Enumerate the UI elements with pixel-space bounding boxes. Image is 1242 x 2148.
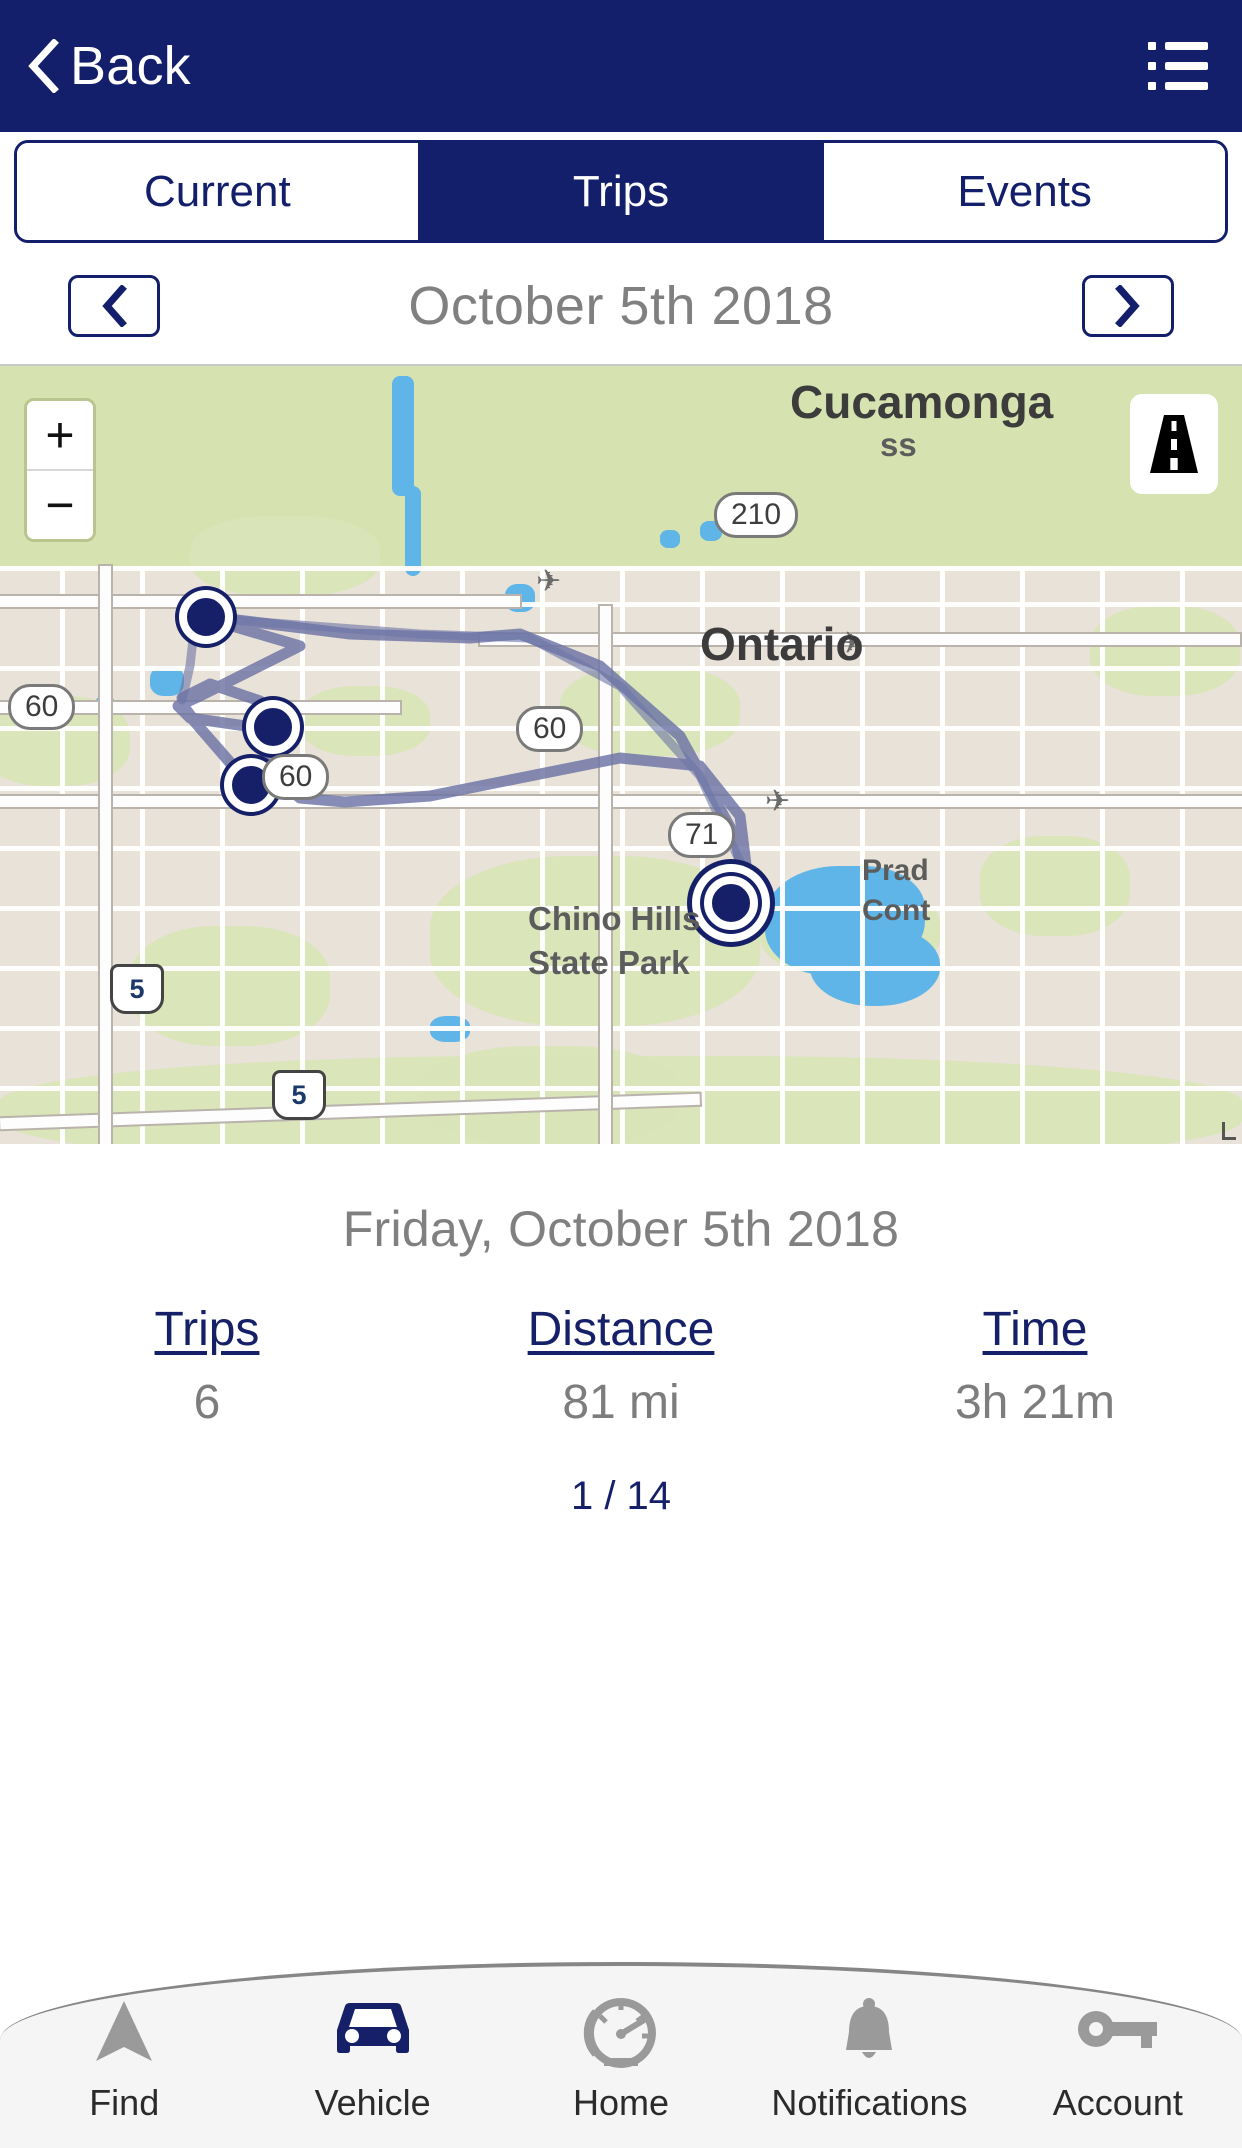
navigation-arrow-icon [92,1996,156,2068]
stat-time-value: 3h 21m [954,1376,1116,1429]
segmented-control: Current Trips Events [14,140,1228,243]
chevron-left-icon [26,39,60,93]
tab-find-label: Find [89,2082,160,2123]
highway-shield-60-west: 60 [8,684,76,730]
map-scale-indicator [1222,1122,1236,1140]
airport-icon: ✈ [536,565,562,598]
day-summary: Friday, October 5th 2018 Trips 6 Distanc… [0,1152,1242,1519]
stat-distance: Distance 81 mi [414,1302,828,1430]
chevron-right-icon [1115,285,1140,327]
tab-trips[interactable]: Trips [420,143,825,240]
map-label-chino-hills: Chino Hills [528,900,701,937]
stat-trips: Trips 6 [0,1302,414,1430]
back-label: Back [70,36,191,96]
map-label-cucamonga-sub: ss [880,426,917,463]
trip-map[interactable]: ✈ ✈ ✈ 210 60 60 60 71 5 5 Cucamonga ss O… [0,364,1242,1144]
date-navigation: October 5th 2018 [0,250,1242,362]
tab-find[interactable]: Find [0,1996,248,2124]
car-icon [327,1996,419,2068]
list-menu-icon[interactable] [1148,42,1208,90]
key-icon [1075,1996,1161,2068]
tab-events[interactable]: Events [824,143,1225,240]
zoom-in-button[interactable]: + [27,401,93,469]
map-layer-button[interactable] [1130,394,1218,494]
trip-stop-marker-2[interactable] [246,700,300,754]
selected-date: October 5th 2018 [408,276,834,336]
tab-notifications[interactable]: Notifications [745,1996,993,2124]
tab-notifications-label: Notifications [771,2082,968,2123]
map-label-prado-sub: Cont [862,894,931,927]
tab-account[interactable]: Account [994,1996,1242,2124]
airport-icon: ✈ [765,785,791,818]
previous-day-button[interactable] [68,275,160,337]
stat-distance-label[interactable]: Distance [414,1302,828,1357]
next-day-button[interactable] [1081,275,1174,337]
interstate-shield-5-north: 5 [110,964,164,1014]
back-button[interactable]: Back [26,35,191,97]
bell-icon [834,1996,904,2068]
map-terrain-green [0,366,1242,571]
map-zoom-controls: + − [24,398,96,542]
stat-distance-value: 81 mi [562,1376,680,1429]
interstate-shield-5-south: 5 [272,1070,326,1120]
trip-stop-marker-1[interactable] [179,590,233,644]
highway-shield-60-mid: 60 [516,706,584,752]
stat-trips-label[interactable]: Trips [0,1302,414,1357]
stat-time-label[interactable]: Time [828,1302,1242,1357]
tab-vehicle[interactable]: Vehicle [248,1996,496,2124]
tab-account-label: Account [1052,2082,1183,2123]
stat-time: Time 3h 21m [828,1302,1242,1430]
map-label-ontario: Ontario [700,618,864,670]
bottom-tabbar: Find Vehicle Home Notifications Account [0,1962,1242,2148]
page-indicator: 1 / 14 [570,1474,672,1518]
tab-home[interactable]: Home [497,1996,745,2124]
map-label-prado: Prad [862,854,929,887]
trips-screen: Back Current Trips Events October 5th 20… [0,0,1242,2148]
trip-end-marker[interactable] [704,876,758,930]
top-navbar: Back [0,0,1242,132]
tab-vehicle-label: Vehicle [314,2082,431,2123]
summary-date: Friday, October 5th 2018 [342,1201,900,1257]
stat-trips-value: 6 [193,1376,221,1429]
tab-home-label: Home [573,2082,670,2123]
map-label-cucamonga: Cucamonga [790,376,1054,428]
zoom-out-button[interactable]: − [27,469,93,539]
highway-shield-60-local: 60 [262,754,330,800]
tab-current[interactable]: Current [17,143,421,240]
road-view-icon [1150,415,1198,473]
summary-stats: Trips 6 Distance 81 mi Time 3h 21m [0,1302,1242,1430]
speedometer-icon [582,1996,660,2068]
map-label-state-park: State Park [528,944,690,981]
highway-shield-210: 210 [714,492,799,538]
chevron-left-icon [102,285,127,327]
highway-shield-71: 71 [668,812,736,858]
